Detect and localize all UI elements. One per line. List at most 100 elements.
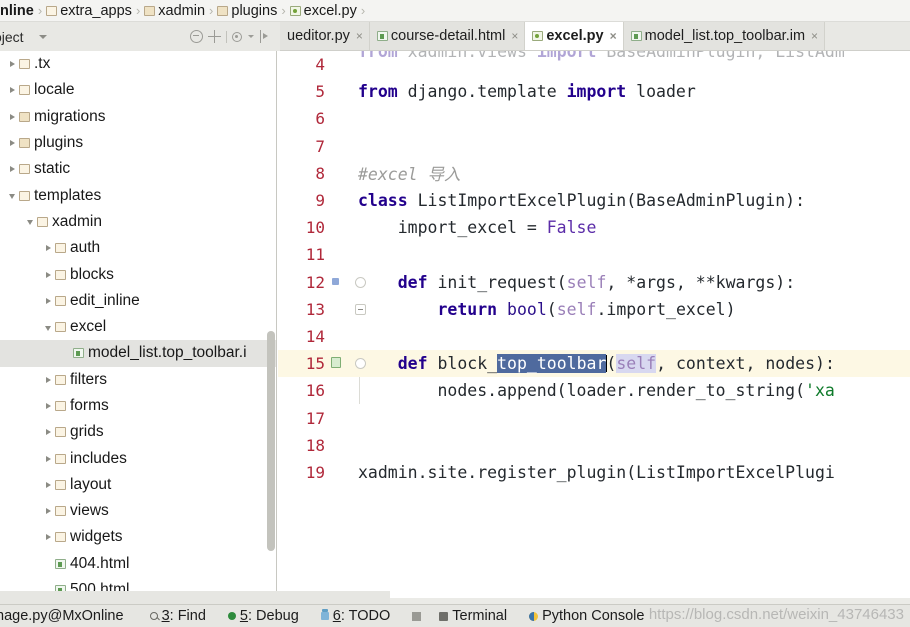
chevron-right-icon[interactable]: [42, 531, 55, 544]
tree-item-static[interactable]: static: [0, 156, 276, 182]
code-line-19[interactable]: 19 xadmin.site.register_plugin(ListImport…: [278, 459, 910, 486]
project-tree[interactable]: .tx locale migrations plugins static template…: [0, 51, 277, 604]
python-console-icon: [529, 611, 539, 621]
tree-scrollbar[interactable]: [267, 331, 275, 551]
collapse-all-icon[interactable]: [190, 30, 203, 43]
code-line-10[interactable]: 10 import_excel = False: [278, 214, 910, 241]
tree-item-views[interactable]: views: [0, 498, 276, 524]
chevron-right-icon[interactable]: [6, 84, 19, 97]
chevron-right-icon[interactable]: [42, 478, 55, 491]
code-line-text: return bool(self.import_excel): [330, 300, 910, 319]
tree-item-templates[interactable]: templates: [0, 182, 276, 208]
folder-icon: [55, 295, 66, 306]
code-fold-gutter[interactable]: [353, 377, 367, 405]
editor-tab-excel-py[interactable]: excel.py ×: [525, 22, 624, 50]
code-editor[interactable]: 4 from xadmin.views import BaseAdminPlugi…: [278, 51, 910, 604]
breadcrumb-item-xadmin[interactable]: xadmin: [143, 0, 207, 21]
locate-file-icon[interactable]: [208, 30, 221, 43]
tree-item-migrations[interactable]: migrations: [0, 104, 276, 130]
status-item-python-console[interactable]: Python Console: [529, 608, 644, 624]
fold-handle-icon[interactable]: [354, 276, 366, 288]
tree-item-edit-inline[interactable]: edit_inline: [0, 288, 276, 314]
code-token: ListImportExcelPlugin(BaseAdminPlugin):: [417, 191, 806, 211]
code-fold-gutter[interactable]: [353, 269, 367, 296]
code-fold-gutter[interactable]: [353, 296, 367, 323]
close-icon[interactable]: ×: [610, 30, 617, 42]
tree-item-widgets[interactable]: widgets: [0, 524, 276, 550]
chevron-right-icon[interactable]: [6, 110, 19, 123]
tree-item-xadmin[interactable]: xadmin: [0, 209, 276, 235]
chevron-down-icon[interactable]: [24, 215, 37, 228]
chevron-right-icon[interactable]: [42, 400, 55, 413]
code-token: self: [556, 299, 597, 319]
chevron-right-icon[interactable]: [6, 163, 19, 176]
code-line-11[interactable]: 11: [278, 241, 910, 268]
code-line-14[interactable]: 14: [278, 323, 910, 350]
tree-item-grids[interactable]: grids: [0, 419, 276, 445]
tree-item-excel[interactable]: excel: [0, 314, 276, 340]
close-icon[interactable]: ×: [511, 30, 518, 42]
code-line-17[interactable]: 17: [278, 404, 910, 431]
status-item--debug[interactable]: 5: Debug: [227, 608, 299, 624]
code-line-6[interactable]: 6: [278, 105, 910, 132]
editor-tab-ueditor-py[interactable]: ueditor.py ×: [280, 22, 370, 50]
code-line-12[interactable]: 12 def init_request(self, *args, **kwarg…: [278, 269, 910, 296]
code-line-18[interactable]: 18: [278, 432, 910, 459]
chevron-down-icon[interactable]: [42, 321, 55, 334]
chevron-right-icon[interactable]: [6, 58, 19, 71]
editor-tab-course-detail-html[interactable]: course-detail.html ×: [369, 22, 526, 50]
editor-tab-model-list-top-toolbar-im[interactable]: model_list.top_toolbar.im ×: [623, 22, 826, 50]
hide-panel-icon[interactable]: [259, 30, 272, 43]
chevron-down-icon[interactable]: [38, 34, 47, 39]
code-line-8[interactable]: 8 #excel 导入: [278, 160, 910, 187]
tree-item-plugins[interactable]: plugins: [0, 130, 276, 156]
chevron-down-icon[interactable]: [248, 35, 254, 38]
chevron-right-icon[interactable]: [42, 373, 55, 386]
tree-item--tx[interactable]: .tx: [0, 51, 276, 77]
tree-item-blocks[interactable]: blocks: [0, 261, 276, 287]
code-line-5[interactable]: 5 from django.template import loader: [278, 78, 910, 105]
override-marker-icon[interactable]: [332, 277, 339, 285]
close-icon[interactable]: ×: [811, 30, 818, 42]
code-line-15[interactable]: 15 def block_top_toolbar(self, context, …: [278, 350, 910, 378]
code-token: (: [606, 354, 617, 374]
fold-handle-icon[interactable]: [354, 303, 366, 315]
template-link-icon[interactable]: [331, 357, 341, 369]
breadcrumb-item-nline[interactable]: nline: [0, 0, 36, 21]
tree-item-includes[interactable]: includes: [0, 445, 276, 471]
code-line-9[interactable]: 9 class ListImportExcelPlugin(BaseAdminPl…: [278, 187, 910, 214]
settings-gear-icon[interactable]: [232, 31, 242, 42]
close-icon[interactable]: ×: [356, 30, 363, 42]
chevron-down-icon[interactable]: [6, 189, 19, 202]
tree-item-auth[interactable]: auth: [0, 235, 276, 261]
fold-handle-icon[interactable]: [354, 358, 366, 370]
breadcrumb-item-extra-apps[interactable]: extra_apps: [45, 0, 134, 21]
chevron-right-icon[interactable]: [42, 294, 55, 307]
status-item-terminal[interactable]: Terminal: [439, 608, 507, 624]
chevron-right-icon[interactable]: [42, 268, 55, 281]
chevron-right-icon[interactable]: [42, 505, 55, 518]
code-fold-gutter[interactable]: [353, 350, 367, 377]
tree-item-layout[interactable]: layout: [0, 472, 276, 498]
code-line-16[interactable]: 16 nodes.append(loader.render_to_string(…: [278, 377, 910, 405]
tree-item-model-list-top-toolbar-i[interactable]: model_list.top_toolbar.i: [0, 340, 276, 367]
chevron-right-icon[interactable]: [42, 426, 55, 439]
event-log-icon[interactable]: [412, 611, 422, 621]
status-item--todo[interactable]: 6: TODO: [320, 608, 390, 624]
status-item--find[interactable]: 3: Find: [149, 608, 206, 624]
code-line-7[interactable]: 7: [278, 133, 910, 160]
status-item-nage-py-mxonline[interactable]: nage.py@MxOnline: [0, 608, 124, 624]
fold-handle-icon[interactable]: [359, 377, 360, 405]
tree-item-filters[interactable]: filters: [0, 367, 276, 393]
tree-item-locale[interactable]: locale: [0, 77, 276, 103]
chevron-right-icon[interactable]: [6, 137, 19, 150]
breadcrumb-item-plugins[interactable]: plugins: [216, 0, 279, 21]
tree-item-forms[interactable]: forms: [0, 393, 276, 419]
chevron-right-icon[interactable]: [42, 452, 55, 465]
code-line-4[interactable]: 4 from xadmin.views import BaseAdminPlugi…: [278, 51, 910, 78]
breadcrumb-item-excel-py[interactable]: excel.py: [289, 0, 359, 21]
tree-item-404-html[interactable]: 404.html: [0, 551, 276, 577]
code-line-13[interactable]: 13 return bool(self.import_excel): [278, 296, 910, 323]
chevron-right-icon[interactable]: [42, 242, 55, 255]
